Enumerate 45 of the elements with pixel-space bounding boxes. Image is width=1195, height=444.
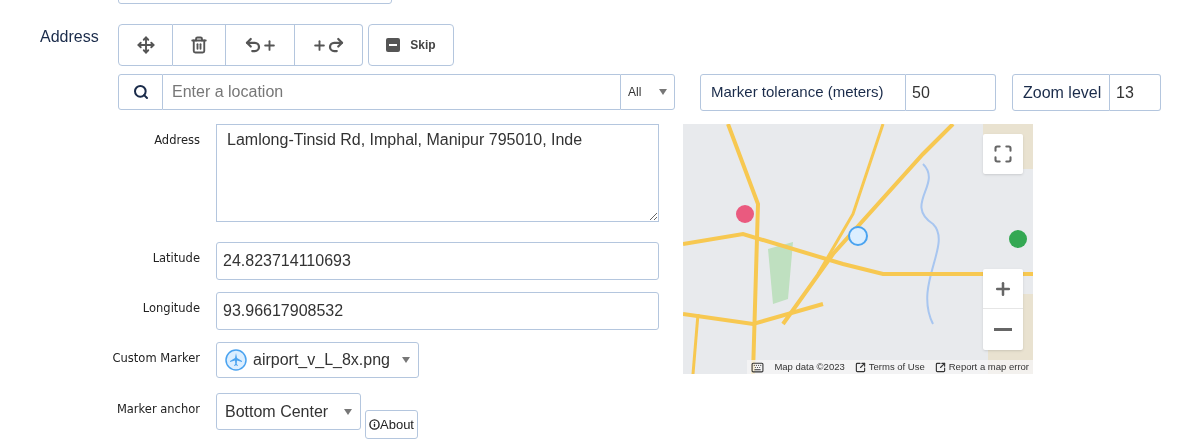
- marker-select[interactable]: airport_v_L_8x.png: [216, 342, 419, 378]
- minus-icon: [994, 327, 1012, 331]
- input-field[interactable]: 93.96617908532: [216, 292, 659, 330]
- tolerance-label: Marker tolerance (meters): [700, 74, 906, 111]
- airplane-icon: [225, 349, 247, 371]
- terms-link[interactable]: Terms of Use: [854, 359, 925, 374]
- keyboard-icon[interactable]: [751, 360, 765, 374]
- skip-button[interactable]: Skip: [368, 24, 454, 66]
- zoom-label: Zoom level: [1012, 74, 1110, 111]
- search-button[interactable]: [118, 74, 163, 110]
- input-field[interactable]: 24.823714110693: [216, 242, 659, 280]
- fullscreen-button[interactable]: [983, 134, 1023, 174]
- redo-plus-icon: [312, 36, 345, 54]
- fullscreen-icon: [993, 144, 1013, 164]
- field-label: Marker anchor: [115, 401, 201, 418]
- caret-icon: [402, 357, 410, 363]
- anchor-select[interactable]: Bottom Center: [216, 393, 361, 430]
- search-icon: [132, 84, 149, 100]
- filter-select[interactable]: All: [620, 74, 675, 110]
- minus-square-icon: [386, 38, 401, 52]
- address-textarea[interactable]: Lamlong-Tinsid Rd, Imphal, Manipur 795010, Inde: [216, 124, 659, 222]
- about-button[interactable]: About: [365, 410, 418, 439]
- tolerance-input[interactable]: 50: [906, 74, 996, 111]
- move-button[interactable]: [118, 24, 173, 66]
- redo-button[interactable]: [295, 24, 363, 66]
- caret-icon: [659, 89, 667, 95]
- field-label: Latitude: [151, 250, 201, 267]
- zoom-input[interactable]: 13: [1110, 74, 1161, 111]
- move-icon: [136, 36, 155, 54]
- info-icon: [369, 419, 380, 430]
- field-label: Longitude: [141, 300, 201, 317]
- delete-icon: [190, 36, 208, 54]
- field-label: Address: [39, 27, 100, 47]
- map[interactable]: Map data ©2023 Terms of Use Report a map error: [683, 124, 1033, 374]
- caret-icon: [344, 408, 352, 415]
- map-data-text: Map data ©2023: [774, 359, 845, 374]
- undo-plus-icon: [243, 36, 277, 54]
- report-link[interactable]: Report a map error: [934, 359, 1029, 374]
- location-input[interactable]: Enter a location: [163, 74, 620, 110]
- external-link-icon: [934, 361, 946, 373]
- delete-button[interactable]: [173, 24, 226, 66]
- undo-button[interactable]: [226, 24, 295, 66]
- field-label: Address: [153, 132, 201, 149]
- field-label: Custom Marker: [111, 350, 201, 367]
- external-link-icon: [854, 361, 866, 373]
